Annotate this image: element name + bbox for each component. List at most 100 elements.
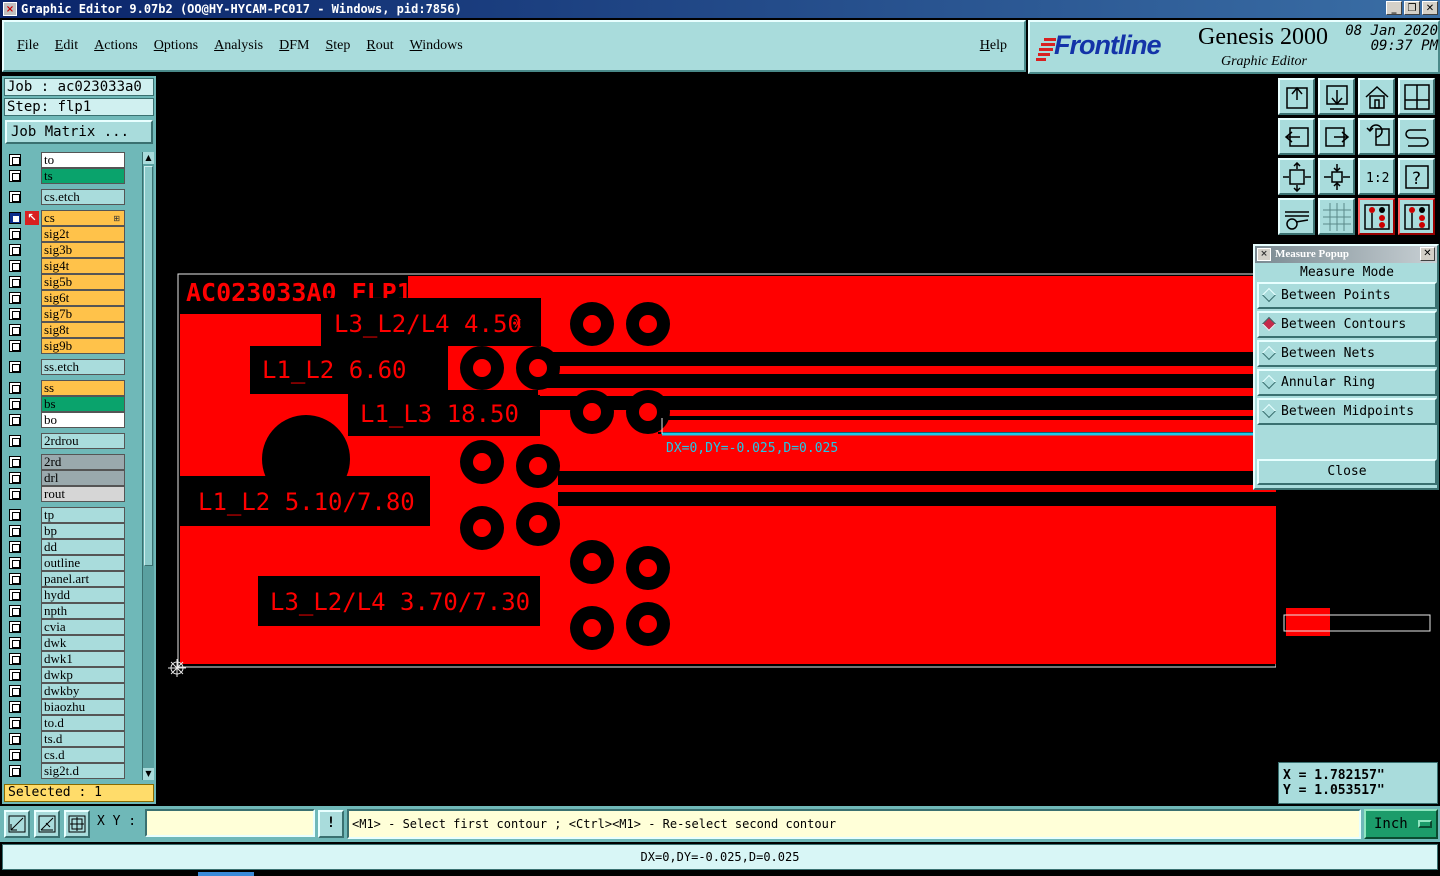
layer-checkbox[interactable] — [9, 212, 21, 224]
layer-checkbox[interactable] — [9, 398, 21, 410]
layer-row-outline[interactable]: outline — [5, 555, 139, 571]
layer-checkbox[interactable] — [9, 509, 21, 521]
measure-option-between-contours[interactable]: Between Contours — [1257, 311, 1437, 338]
help-query-button[interactable]: ? — [1398, 158, 1435, 195]
layer-checkbox[interactable] — [9, 276, 21, 288]
layer-checkbox[interactable] — [9, 170, 21, 182]
grid-snap-button[interactable] — [64, 810, 90, 838]
layer-label[interactable]: to — [41, 152, 125, 168]
layer-row-bs[interactable]: bs — [5, 396, 139, 412]
snap-left-button[interactable] — [1358, 198, 1395, 235]
layer-checkbox[interactable] — [9, 340, 21, 352]
window-button[interactable] — [1398, 78, 1435, 115]
layer-row-tp[interactable]: tp — [5, 507, 139, 523]
layer-checkbox[interactable] — [9, 382, 21, 394]
layer-row-dd[interactable]: dd — [5, 539, 139, 555]
layer-row-sig4t[interactable]: sig4t — [5, 258, 139, 274]
layer-row-sig7b[interactable]: sig7b — [5, 306, 139, 322]
layer-label[interactable]: tp — [41, 507, 125, 523]
layer-label[interactable]: sig2t — [41, 226, 125, 242]
popup-close-icon[interactable]: ✕ — [1420, 247, 1435, 261]
pan-right-button[interactable] — [1318, 118, 1355, 155]
layer-label[interactable]: sig6t — [41, 290, 125, 306]
open-top-button[interactable] — [1278, 78, 1315, 115]
layer-label[interactable]: dwkby — [41, 683, 125, 699]
layer-label[interactable]: sig3b — [41, 242, 125, 258]
layer-label[interactable]: outline — [41, 555, 125, 571]
measure-popup-titlebar[interactable]: × Measure Popup — [1255, 246, 1437, 263]
layer-label[interactable]: dd — [41, 539, 125, 555]
layer-checkbox[interactable] — [9, 525, 21, 537]
layer-row-cs-etch[interactable]: cs.etch — [5, 189, 139, 205]
layer-checkbox[interactable] — [9, 557, 21, 569]
zoom-center-button[interactable] — [1318, 158, 1355, 195]
snap-right-button[interactable] — [1398, 198, 1435, 235]
menu-analysis[interactable]: Analysis — [214, 38, 263, 54]
layer-checkbox[interactable] — [9, 573, 21, 585]
layer-label[interactable]: 2rd — [41, 454, 125, 470]
layer-row-bp[interactable]: bp — [5, 523, 139, 539]
layer-checkbox[interactable] — [9, 701, 21, 713]
minimize-button[interactable]: _ — [1386, 1, 1402, 15]
layer-checkbox[interactable] — [9, 414, 21, 426]
layer-checkbox[interactable] — [9, 589, 21, 601]
layer-label[interactable]: cs.d — [41, 747, 125, 763]
layer-checkbox[interactable] — [9, 733, 21, 745]
layer-row-cs[interactable]: ↖ cs ⊞ — [5, 210, 139, 226]
layer-label[interactable]: sig5b — [41, 274, 125, 290]
board-drawing[interactable]: AC023033A0 FLP1 L3_L2/L4 4.50 L1_L2 6.60… — [158, 76, 1276, 808]
unit-select[interactable]: Inch — [1364, 809, 1438, 839]
layer-checkbox[interactable] — [9, 621, 21, 633]
scroll-thumb[interactable] — [144, 166, 153, 566]
layer-checkbox[interactable] — [9, 154, 21, 166]
pan-left-button[interactable] — [1278, 118, 1315, 155]
layer-label[interactable]: panel.art — [41, 571, 125, 587]
layer-checkbox[interactable] — [9, 292, 21, 304]
layer-row-dwkby[interactable]: dwkby — [5, 683, 139, 699]
layer-row-npth[interactable]: npth — [5, 603, 139, 619]
layer-row-drl[interactable]: drl — [5, 470, 139, 486]
grid-button[interactable] — [1318, 198, 1355, 235]
layer-checkbox[interactable] — [9, 653, 21, 665]
layer-checkbox[interactable] — [9, 685, 21, 697]
menu-edit[interactable]: Edit — [55, 38, 78, 54]
measure-option-annular-ring[interactable]: Annular Ring — [1257, 369, 1437, 396]
layer-row-sig9b[interactable]: sig9b — [5, 338, 139, 354]
layer-label[interactable]: ts — [41, 168, 125, 184]
layer-row-dwk[interactable]: dwk — [5, 635, 139, 651]
layer-row-hydd[interactable]: hydd — [5, 587, 139, 603]
restore-button[interactable]: ❐ — [1404, 1, 1420, 15]
layer-label[interactable]: to.d — [41, 715, 125, 731]
layer-row-to-d[interactable]: to.d — [5, 715, 139, 731]
layer-checkbox[interactable] — [9, 308, 21, 320]
layer-label[interactable]: rout — [41, 486, 125, 502]
layer-checkbox[interactable] — [9, 456, 21, 468]
menu-dfm[interactable]: DFM — [279, 38, 309, 54]
menu-help[interactable]: Help — [980, 38, 1007, 54]
close-window-button[interactable]: ✕ — [1422, 1, 1438, 15]
layer-row-ts-d[interactable]: ts.d — [5, 731, 139, 747]
layer-label[interactable]: cs ⊞ — [41, 210, 125, 226]
menu-windows[interactable]: Windows — [410, 38, 463, 54]
layer-row-2rdrou[interactable]: 2rdrou — [5, 433, 139, 449]
layer-label[interactable]: bo — [41, 412, 125, 428]
layer-label[interactable]: ts.d — [41, 731, 125, 747]
layer-row-to[interactable]: to — [5, 152, 139, 168]
layer-checkbox[interactable] — [9, 324, 21, 336]
layer-label[interactable]: sig9b — [41, 338, 125, 354]
layer-row-2rd[interactable]: 2rd — [5, 454, 139, 470]
layer-label[interactable]: sig8t — [41, 322, 125, 338]
scale-one-to-one-button[interactable]: 1:2 — [1358, 158, 1395, 195]
layer-checkbox[interactable] — [9, 765, 21, 777]
layer-label[interactable]: dwk1 — [41, 651, 125, 667]
layer-checkbox[interactable] — [9, 605, 21, 617]
layer-row-sig2t[interactable]: sig2t — [5, 226, 139, 242]
measure-close-button[interactable]: Close — [1257, 459, 1437, 485]
layer-row-biaozhu[interactable]: biaozhu — [5, 699, 139, 715]
layer-label[interactable]: dwk — [41, 635, 125, 651]
redraw-button[interactable] — [1398, 118, 1435, 155]
menu-options[interactable]: Options — [154, 38, 198, 54]
layer-row-panel-art[interactable]: panel.art — [5, 571, 139, 587]
layer-row-rout[interactable]: rout — [5, 486, 139, 502]
layer-label[interactable]: cs.etch — [41, 189, 125, 205]
